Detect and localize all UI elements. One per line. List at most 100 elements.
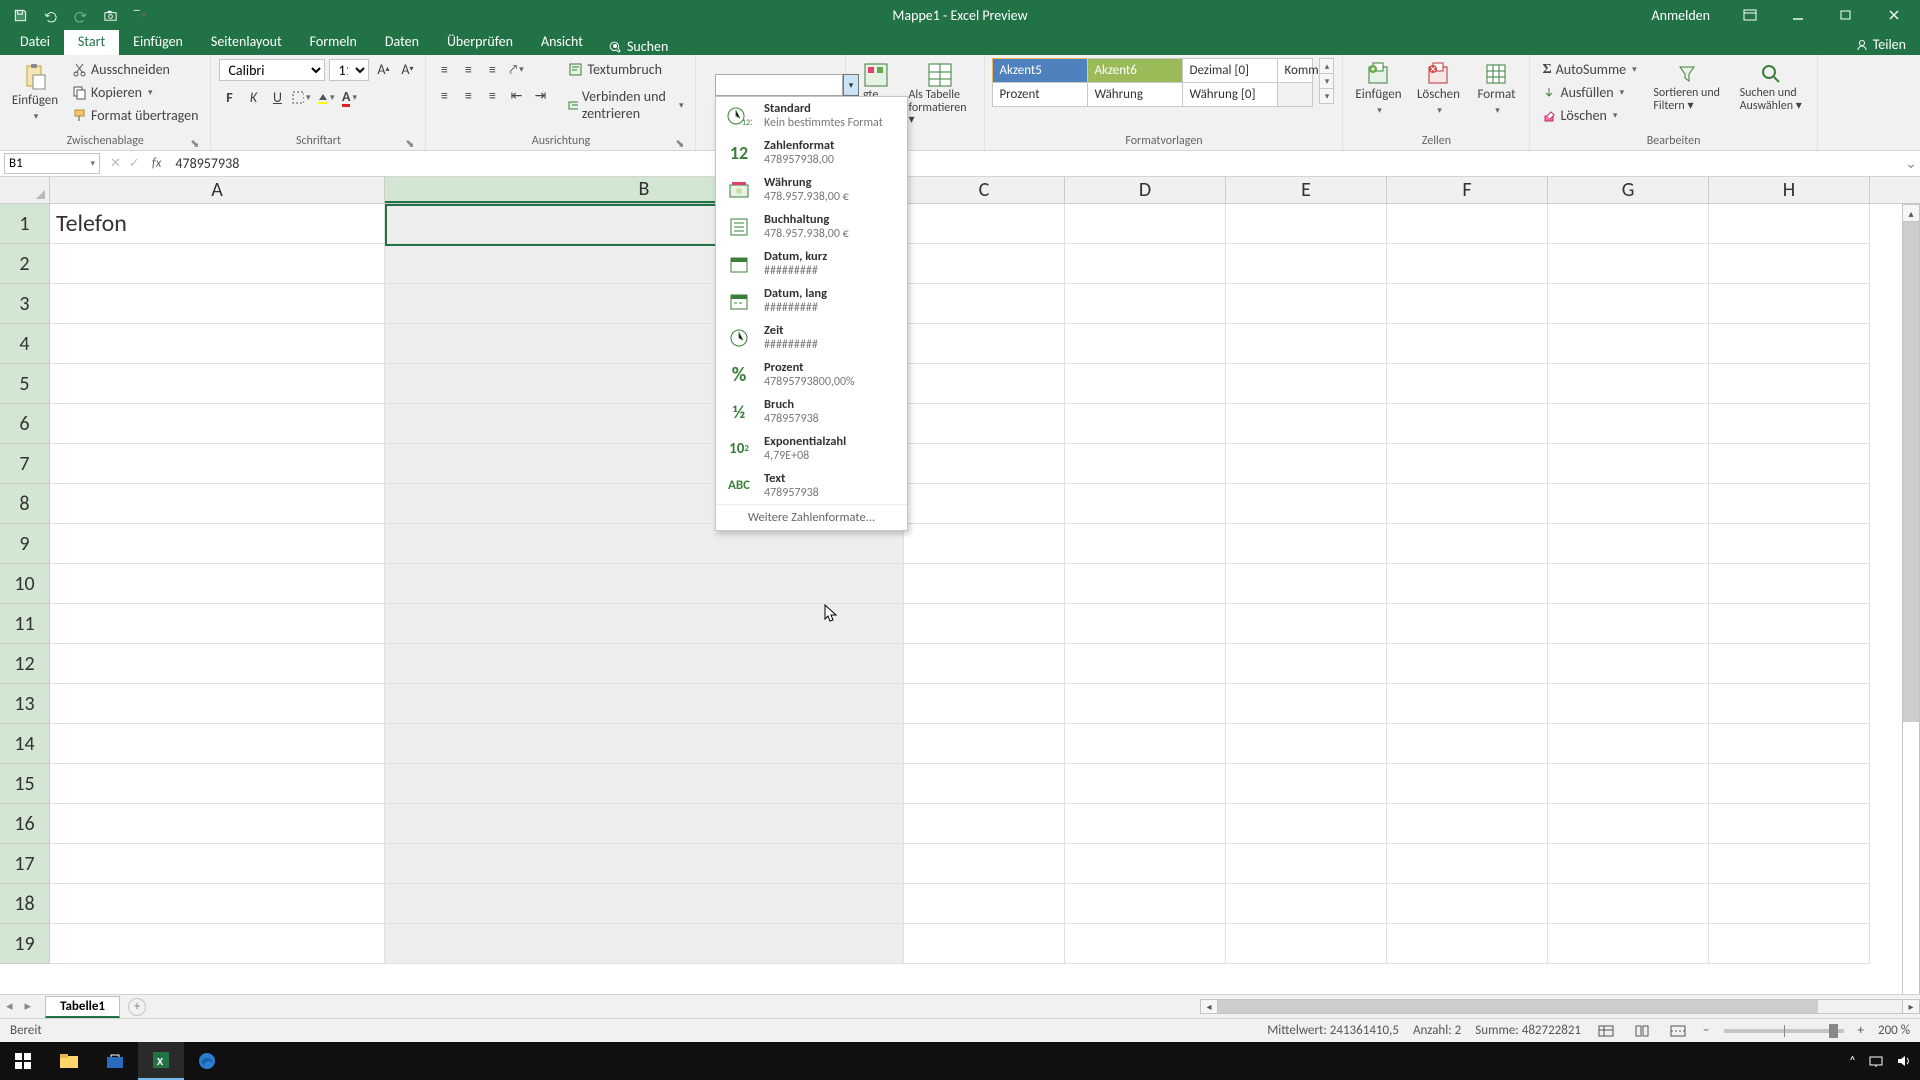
align-left-icon[interactable]: ≡ xyxy=(434,85,454,105)
cell-C6[interactable] xyxy=(904,404,1065,444)
cell-E12[interactable] xyxy=(1226,644,1387,684)
cell-G6[interactable] xyxy=(1548,404,1709,444)
cell-G12[interactable] xyxy=(1548,644,1709,684)
cell-B12[interactable] xyxy=(385,644,904,684)
cell-D15[interactable] xyxy=(1065,764,1226,804)
cell-C1[interactable] xyxy=(904,204,1065,244)
nf-more-formats[interactable]: Weitere Zahlenformate... xyxy=(716,504,907,530)
nf-buchhaltung[interactable]: Buchhaltung478.957.938,00 € xyxy=(716,208,907,245)
row-header-15[interactable]: 15 xyxy=(0,764,50,804)
styles-scroll-down-icon[interactable]: ▾ xyxy=(1319,73,1334,89)
cell-C8[interactable] xyxy=(904,484,1065,524)
cell-D5[interactable] xyxy=(1065,364,1226,404)
cell-D3[interactable] xyxy=(1065,284,1226,324)
cell-H6[interactable] xyxy=(1709,404,1870,444)
cell-E1[interactable] xyxy=(1226,204,1387,244)
cell-B17[interactable] xyxy=(385,844,904,884)
cell-F12[interactable] xyxy=(1387,644,1548,684)
vscroll-thumb[interactable] xyxy=(1903,222,1919,722)
cell-E13[interactable] xyxy=(1226,684,1387,724)
cell-H1[interactable] xyxy=(1709,204,1870,244)
cell-E19[interactable] xyxy=(1226,924,1387,964)
cell-F1[interactable] xyxy=(1387,204,1548,244)
cell-F2[interactable] xyxy=(1387,244,1548,284)
cell-H11[interactable] xyxy=(1709,604,1870,644)
cell-H8[interactable] xyxy=(1709,484,1870,524)
cell-D7[interactable] xyxy=(1065,444,1226,484)
sheet-nav-prev-icon[interactable]: ◂ xyxy=(0,999,19,1014)
cell-F19[interactable] xyxy=(1387,924,1548,964)
autosum-button[interactable]: ΣAutoSumme xyxy=(1538,59,1640,80)
row-header-16[interactable]: 16 xyxy=(0,804,50,844)
cell-A17[interactable] xyxy=(50,844,385,884)
cell-E6[interactable] xyxy=(1226,404,1387,444)
cell-F14[interactable] xyxy=(1387,724,1548,764)
nf-datum-lang[interactable]: Datum, lang######### xyxy=(716,282,907,319)
cell-C15[interactable] xyxy=(904,764,1065,804)
tray-network-icon[interactable] xyxy=(1868,1054,1884,1068)
cell-E10[interactable] xyxy=(1226,564,1387,604)
cell-C13[interactable] xyxy=(904,684,1065,724)
cell-E7[interactable] xyxy=(1226,444,1387,484)
font-name-select[interactable]: Calibri xyxy=(219,59,325,81)
cell-D4[interactable] xyxy=(1065,324,1226,364)
number-format-dropdown-icon[interactable]: ▾ xyxy=(843,74,859,96)
cell-G1[interactable] xyxy=(1548,204,1709,244)
cell-C17[interactable] xyxy=(904,844,1065,884)
clipboard-launcher-icon[interactable]: ⬊ xyxy=(187,137,202,150)
cell-G13[interactable] xyxy=(1548,684,1709,724)
clear-button[interactable]: Löschen xyxy=(1538,105,1640,126)
cell-A4[interactable] xyxy=(50,324,385,364)
qat-customize-icon[interactable]: ‾ xyxy=(126,1,154,29)
cell-A11[interactable] xyxy=(50,604,385,644)
view-pagelayout-icon[interactable] xyxy=(1631,1023,1653,1039)
tray-volume-icon[interactable] xyxy=(1896,1054,1912,1068)
increase-indent-icon[interactable]: ⇥ xyxy=(530,85,550,105)
view-pagebreak-icon[interactable] xyxy=(1667,1023,1689,1039)
cell-D11[interactable] xyxy=(1065,604,1226,644)
cell-E2[interactable] xyxy=(1226,244,1387,284)
cell-C2[interactable] xyxy=(904,244,1065,284)
font-color-icon[interactable]: A xyxy=(339,87,359,107)
cell-C5[interactable] xyxy=(904,364,1065,404)
tab-ueberpruefen[interactable]: Überprüfen xyxy=(433,30,527,55)
format-painter-button[interactable]: Format übertragen xyxy=(68,105,202,126)
paste-button[interactable]: Einfügen xyxy=(8,59,62,125)
column-header-E[interactable]: E xyxy=(1226,177,1387,203)
nf-datum-kurz[interactable]: Datum, kurz######### xyxy=(716,245,907,282)
cell-D9[interactable] xyxy=(1065,524,1226,564)
cell-E14[interactable] xyxy=(1226,724,1387,764)
style-komma[interactable]: Komma xyxy=(1277,58,1313,83)
cell-H14[interactable] xyxy=(1709,724,1870,764)
cell-B11[interactable] xyxy=(385,604,904,644)
cell-E18[interactable] xyxy=(1226,884,1387,924)
cell-E17[interactable] xyxy=(1226,844,1387,884)
cell-D8[interactable] xyxy=(1065,484,1226,524)
nf-zeit[interactable]: Zeit######### xyxy=(716,319,907,356)
hscroll-right-icon[interactable]: ▸ xyxy=(1902,999,1920,1014)
style-waehrung0[interactable]: Währung [0] xyxy=(1182,82,1278,107)
signin-link[interactable]: Anmelden xyxy=(1652,7,1711,24)
styles-more-icon[interactable]: ▾ xyxy=(1319,88,1334,104)
style-akzent5[interactable]: Akzent5 xyxy=(992,58,1088,83)
cell-F4[interactable] xyxy=(1387,324,1548,364)
align-bottom-icon[interactable]: ≡ xyxy=(482,59,502,79)
cell-G14[interactable] xyxy=(1548,724,1709,764)
cell-F7[interactable] xyxy=(1387,444,1548,484)
find-select-button[interactable]: Suchen undAuswählen ▾ xyxy=(1733,59,1809,114)
fx-icon[interactable]: fx xyxy=(142,156,172,171)
cell-F8[interactable] xyxy=(1387,484,1548,524)
cell-G18[interactable] xyxy=(1548,884,1709,924)
cell-D13[interactable] xyxy=(1065,684,1226,724)
zoom-in-icon[interactable]: + xyxy=(1858,1023,1864,1038)
cell-A1[interactable]: Telefon xyxy=(50,204,385,244)
cell-G17[interactable] xyxy=(1548,844,1709,884)
cell-H17[interactable] xyxy=(1709,844,1870,884)
cell-D17[interactable] xyxy=(1065,844,1226,884)
cell-A3[interactable] xyxy=(50,284,385,324)
save-icon[interactable] xyxy=(6,1,34,29)
cell-H13[interactable] xyxy=(1709,684,1870,724)
row-header-14[interactable]: 14 xyxy=(0,724,50,764)
cell-H10[interactable] xyxy=(1709,564,1870,604)
cell-E11[interactable] xyxy=(1226,604,1387,644)
